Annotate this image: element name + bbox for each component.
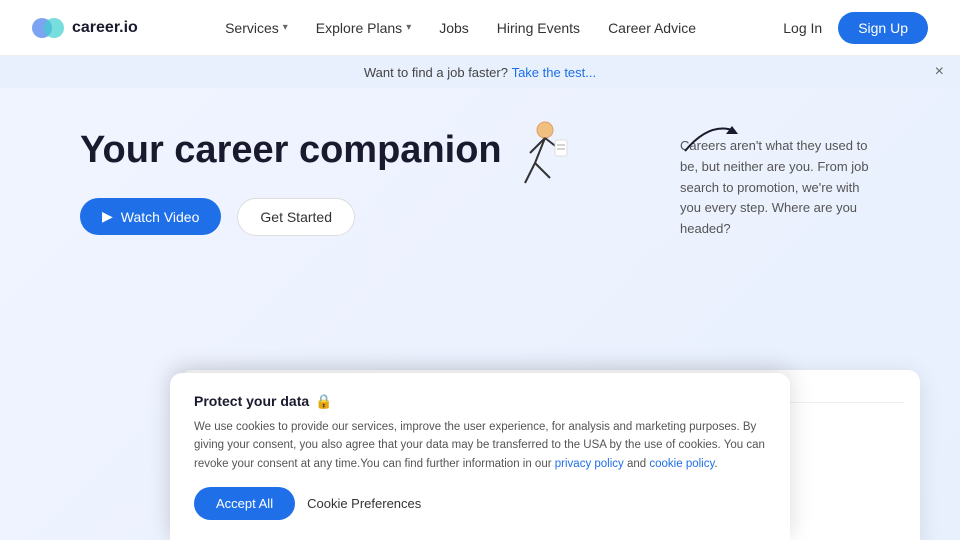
accept-all-button[interactable]: Accept All (194, 487, 295, 520)
logo[interactable]: career.io (32, 12, 138, 44)
get-started-button[interactable]: Get Started (237, 198, 355, 236)
nav-right: Log In Sign Up (783, 12, 928, 44)
navbar: career.io Services ▾ Explore Plans ▾ Job… (0, 0, 960, 56)
cookie-body-text: We use cookies to provide our services, … (194, 418, 766, 473)
watch-video-button[interactable]: ▶ Watch Video (80, 198, 221, 235)
cookie-banner: Protect your data 🔒 We use cookies to pr… (170, 373, 790, 540)
cookie-title: Protect your data 🔒 (194, 393, 766, 410)
hero-illustration (490, 118, 570, 208)
cookie-buttons: Accept All Cookie Preferences (194, 487, 766, 520)
chevron-down-icon: ▾ (283, 22, 288, 33)
top-banner: Want to find a job faster? Take the test… (0, 56, 960, 88)
login-button[interactable]: Log In (783, 20, 822, 36)
logo-text: career.io (72, 19, 138, 37)
nav-services[interactable]: Services ▾ (225, 20, 288, 36)
cookie-title-text: Protect your data (194, 393, 309, 409)
nav-jobs[interactable]: Jobs (439, 20, 469, 36)
signup-button[interactable]: Sign Up (838, 12, 928, 44)
nav-career-advice[interactable]: Career Advice (608, 20, 696, 36)
privacy-policy-link[interactable]: privacy policy (555, 458, 624, 470)
nav-hiring-events[interactable]: Hiring Events (497, 20, 580, 36)
nav-explore-plans[interactable]: Explore Plans ▾ (316, 20, 411, 36)
arrow-decoration (680, 116, 740, 161)
banner-close-button[interactable]: × (935, 63, 944, 81)
nav-center: Services ▾ Explore Plans ▾ Jobs Hiring E… (225, 20, 696, 36)
lock-icon: 🔒 (315, 393, 332, 410)
banner-text: Want to find a job faster? (364, 65, 508, 80)
chevron-down-icon: ▾ (406, 22, 411, 33)
cookie-policy-link[interactable]: cookie policy (649, 458, 714, 470)
cookie-preferences-button[interactable]: Cookie Preferences (307, 496, 421, 511)
banner-link[interactable]: Take the test... (512, 65, 597, 80)
play-icon: ▶ (102, 208, 113, 225)
